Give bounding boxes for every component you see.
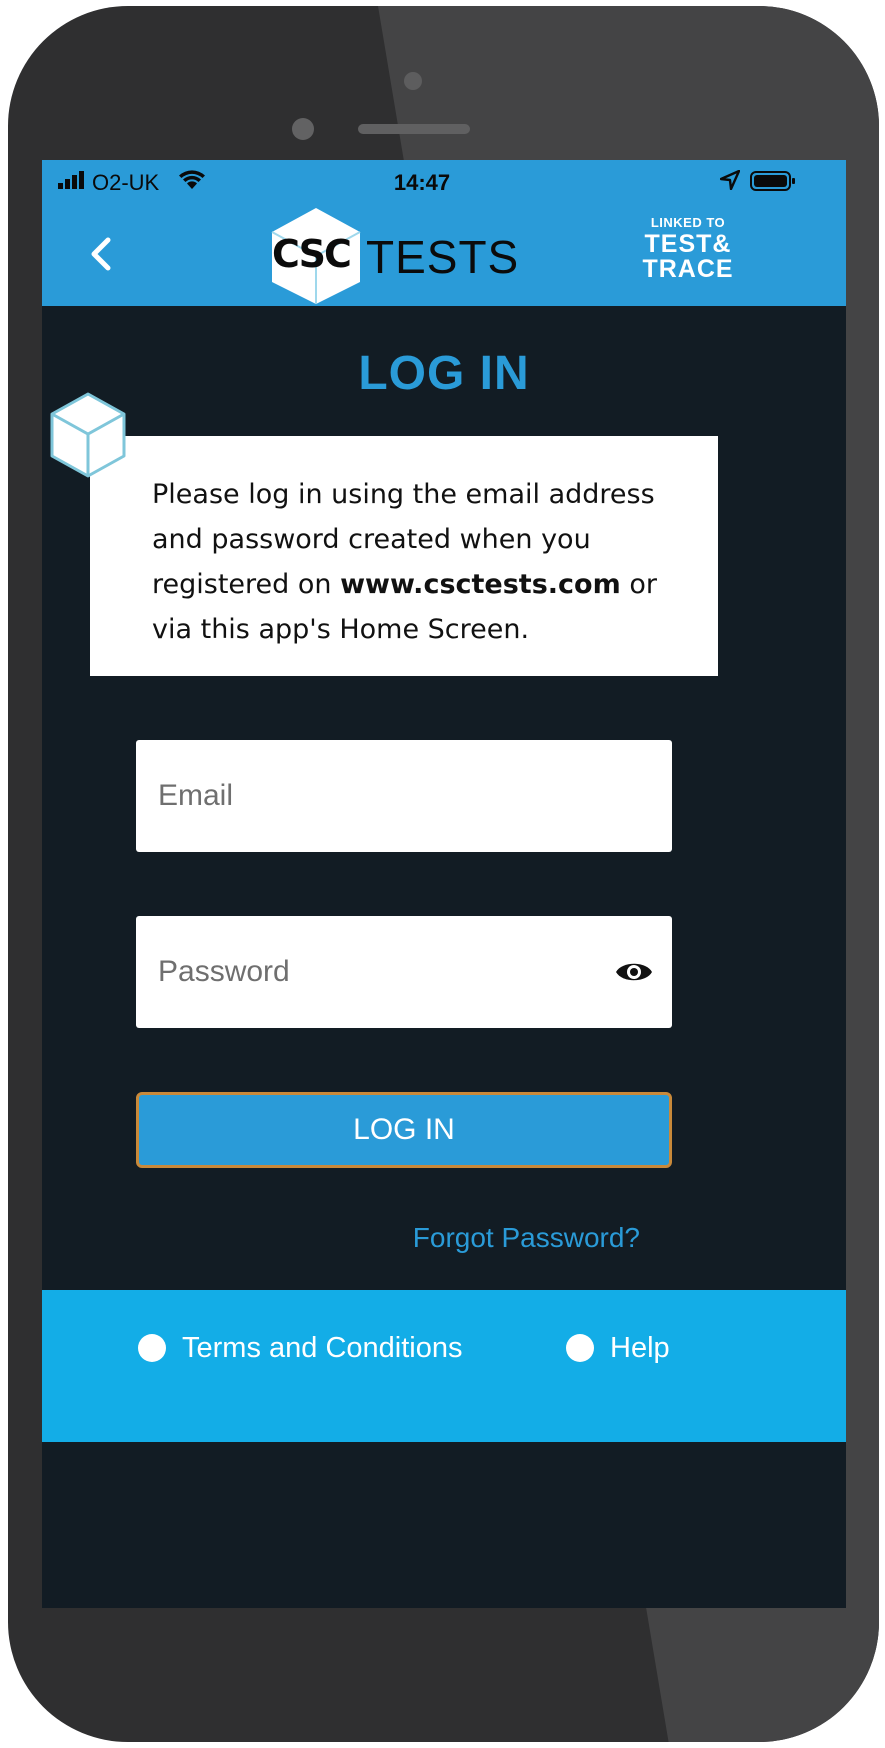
test-and-trace-badge: LINKED TO TEST& TRACE xyxy=(638,216,738,282)
front-camera xyxy=(404,72,422,90)
earpiece-speaker xyxy=(358,124,470,134)
badge-test: TEST& xyxy=(644,230,732,258)
app-header: O2-UK 14:47 CSC TESTS LINKED TO TEST& TR… xyxy=(42,160,846,306)
chevron-left-icon xyxy=(91,237,111,271)
csc-tests-logo: CSC TESTS xyxy=(268,206,568,306)
signal-icon xyxy=(58,171,84,189)
status-clock: 14:47 xyxy=(393,170,451,195)
location-arrow-icon xyxy=(720,170,740,190)
proximity-sensor xyxy=(292,118,314,140)
logo-tests-text: TESTS xyxy=(366,231,520,283)
email-input[interactable] xyxy=(136,740,672,852)
wifi-icon xyxy=(179,170,205,189)
badge-trace: TRACE xyxy=(642,255,734,283)
email-field xyxy=(136,740,672,852)
terms-and-conditions-link[interactable]: Terms and Conditions xyxy=(138,1328,462,1368)
status-bar: O2-UK 14:47 xyxy=(42,160,846,200)
help-label: Help xyxy=(610,1331,670,1364)
show-password-button[interactable] xyxy=(614,954,654,990)
logo-csc-text: CSC xyxy=(272,232,352,276)
app-screen: O2-UK 14:47 CSC TESTS LINKED TO TEST& TR… xyxy=(42,160,846,1608)
badge-linked-to: LINKED TO xyxy=(650,215,726,230)
info-box: Please log in using the email address an… xyxy=(90,436,718,676)
bullet-dot-icon xyxy=(138,1334,166,1362)
login-button[interactable]: LOG IN xyxy=(136,1092,672,1168)
back-button[interactable] xyxy=(78,230,126,278)
cube-decoration-icon xyxy=(50,392,126,478)
website-address: www.csctests.com xyxy=(340,569,621,600)
info-text: Please log in using the email address an… xyxy=(152,472,672,652)
carrier-name: O2-UK xyxy=(92,170,160,195)
bullet-dot-icon xyxy=(566,1334,594,1362)
eye-icon xyxy=(616,963,652,981)
page-title: LOG IN xyxy=(358,347,530,400)
password-field xyxy=(136,916,672,1028)
footer-bar: Terms and Conditions Help xyxy=(42,1290,846,1442)
forgot-password-link[interactable]: Forgot Password? xyxy=(372,1222,640,1254)
terms-label: Terms and Conditions xyxy=(182,1331,463,1364)
help-link[interactable]: Help xyxy=(566,1328,670,1368)
password-input[interactable] xyxy=(136,916,672,1028)
battery-icon xyxy=(750,171,795,191)
